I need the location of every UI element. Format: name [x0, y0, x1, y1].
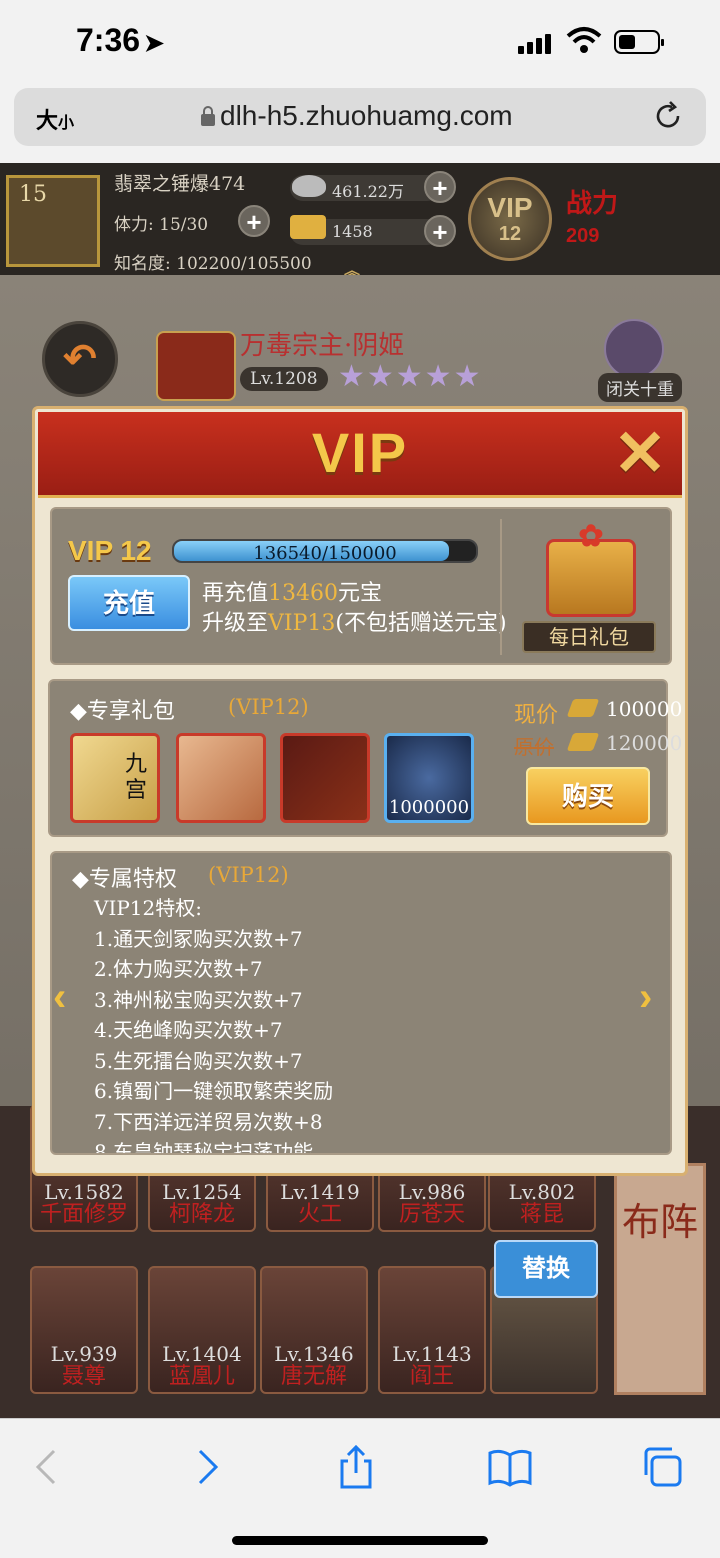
price-orig-value: 120000 — [606, 731, 683, 755]
daily-gift-button[interactable]: ✿ 每日礼包 — [522, 519, 656, 653]
buy-button[interactable]: 购买 — [526, 767, 650, 825]
list-item: 1.通天剑冢购买次数+7 — [94, 926, 303, 951]
token-item[interactable] — [176, 733, 266, 823]
player-level: 15 — [19, 182, 47, 207]
gift-pack-title: ◆专享礼包 — [70, 699, 175, 724]
sect-emblem-icon — [156, 331, 236, 401]
home-indicator — [232, 1536, 488, 1545]
price-now-value: 100000 — [606, 697, 683, 721]
status-bar: 7:36 ➤ — [0, 0, 720, 80]
hero-card[interactable]: Lv.939 聂尊 — [30, 1266, 138, 1394]
modal-title: VIP — [311, 421, 409, 484]
retreat-label[interactable]: 闭关十重 — [598, 373, 682, 402]
vip-progress-panel: VIP 12 136540/150000 充值 再充值13460元宝 升级至VI… — [50, 507, 672, 665]
gold-bar-icon — [566, 699, 600, 717]
cellular-signal-icon — [518, 32, 554, 54]
forward-icon[interactable] — [182, 1443, 230, 1491]
bookmarks-icon[interactable] — [486, 1443, 534, 1491]
vip-progress-bar: 136540/150000 — [172, 539, 478, 564]
gold-bar-icon — [290, 215, 326, 239]
player-avatar[interactable]: 15 — [6, 175, 100, 267]
price-now-label: 现价 — [514, 703, 559, 728]
daily-gift-label: 每日礼包 — [522, 621, 656, 653]
address-bar[interactable]: 大小 dlh-h5.zhuohuamg.com — [14, 88, 706, 146]
silver-item[interactable]: 1000000 — [384, 733, 474, 823]
gold-bar-icon — [566, 733, 600, 751]
recharge-requirement: 再充值13460元宝 — [202, 581, 383, 606]
gift-pack-vip: (VIP12) — [228, 695, 309, 719]
clock: 7:36 ➤ — [76, 22, 165, 58]
player-name: 翡翠之锤爆474 — [114, 173, 246, 195]
gift-bow-icon: ✿ — [578, 520, 604, 553]
privilege-list: VIP12特权: 1.通天剑冢购买次数+7 2.体力购买次数+7 3.神州秘宝购… — [94, 893, 334, 1155]
list-item: 7.下西洋远洋贸易次数+8 — [94, 1109, 323, 1134]
gift-pack-panel: ◆专享礼包 (VIP12) 九宫 1000000 现价 100000 原价 12… — [48, 679, 682, 837]
vip-modal: VIP ✕ VIP 12 136540/150000 充值 再充值13460元宝… — [32, 406, 688, 1176]
list-item: 3.神州秘宝购买次数+7 — [94, 987, 303, 1012]
privilege-vip: (VIP12) — [208, 863, 289, 887]
hero-card[interactable]: Lv.1346 唐无解 — [260, 1266, 368, 1394]
silver-ingot-icon — [292, 175, 326, 197]
battery-icon — [614, 30, 664, 54]
share-icon[interactable] — [332, 1443, 380, 1491]
location-icon: ➤ — [144, 30, 165, 57]
back-button[interactable]: ↶ — [42, 321, 118, 397]
tabs-icon[interactable] — [640, 1443, 688, 1491]
text-size-button[interactable]: 大小 — [36, 103, 74, 135]
add-stamina-button[interactable]: + — [238, 205, 270, 237]
prev-arrow-icon[interactable]: ‹ — [53, 975, 83, 1019]
hero-card[interactable]: Lv.1143 阎王 — [378, 1266, 486, 1394]
lock-icon — [201, 106, 215, 126]
retreat-icon[interactable] — [604, 319, 664, 379]
boss-stars: ★★★★★ — [338, 359, 483, 394]
url-text[interactable]: dlh-h5.zhuohuamg.com — [220, 100, 513, 132]
privilege-panel[interactable]: ◆专属特权 (VIP12) VIP12特权: 1.通天剑冢购买次数+7 2.体力… — [50, 851, 672, 1155]
list-item: 2.体力购买次数+7 — [94, 957, 263, 981]
privilege-title: ◆专属特权 — [72, 867, 177, 892]
upgrade-target: 升级至VIP13(不包括赠送元宝) — [202, 611, 507, 636]
player-info-bar: 15 翡翠之锤爆474 体力: 15/30 + 知名度: 102200/1055… — [0, 163, 720, 280]
swap-button[interactable]: 替换 — [494, 1240, 598, 1298]
boss-level: Lv.1208 — [240, 367, 328, 391]
stamina-text: 体力: 15/30 — [114, 215, 209, 235]
boss-name: 万毒宗主·阴姬 — [240, 331, 405, 361]
next-arrow-icon[interactable]: › — [639, 975, 669, 1019]
price-orig-label: 原价 — [514, 735, 554, 759]
weapon-item[interactable] — [280, 733, 370, 823]
divider — [500, 519, 502, 655]
add-silver-button[interactable]: + — [424, 171, 456, 203]
modal-header: VIP ✕ — [38, 412, 682, 498]
formation-button[interactable]: 布阵 — [614, 1163, 706, 1395]
close-button[interactable]: ✕ — [604, 418, 676, 490]
power-value: 209 — [566, 225, 600, 247]
list-item: 5.生死擂台购买次数+7 — [94, 1048, 303, 1073]
recharge-button[interactable]: 充值 — [68, 575, 190, 631]
power-label: 战力 — [566, 188, 619, 218]
back-icon[interactable] — [24, 1443, 72, 1491]
vip-badge[interactable]: VIP 12 — [468, 177, 552, 261]
vip-level-label: VIP 12 — [68, 535, 152, 566]
list-item: 4.天绝峰购买次数+7 — [94, 1018, 283, 1042]
list-item: 8.东皇钟瑟秘宝扫荡功能 — [94, 1140, 314, 1155]
reload-icon[interactable] — [652, 100, 684, 132]
list-item: VIP12特权: — [94, 896, 202, 920]
wifi-icon — [566, 27, 602, 53]
add-gold-button[interactable]: + — [424, 215, 456, 247]
hero-card[interactable]: Lv.1404 蓝凰儿 — [148, 1266, 256, 1394]
fame-text: 知名度: 102200/105500 — [114, 254, 312, 274]
list-item: 6.镇蜀门一键领取繁荣奖励 — [94, 1079, 334, 1103]
vip-progress-text: 136540/150000 — [253, 543, 397, 564]
scroll-item[interactable]: 九宫 — [70, 733, 160, 823]
